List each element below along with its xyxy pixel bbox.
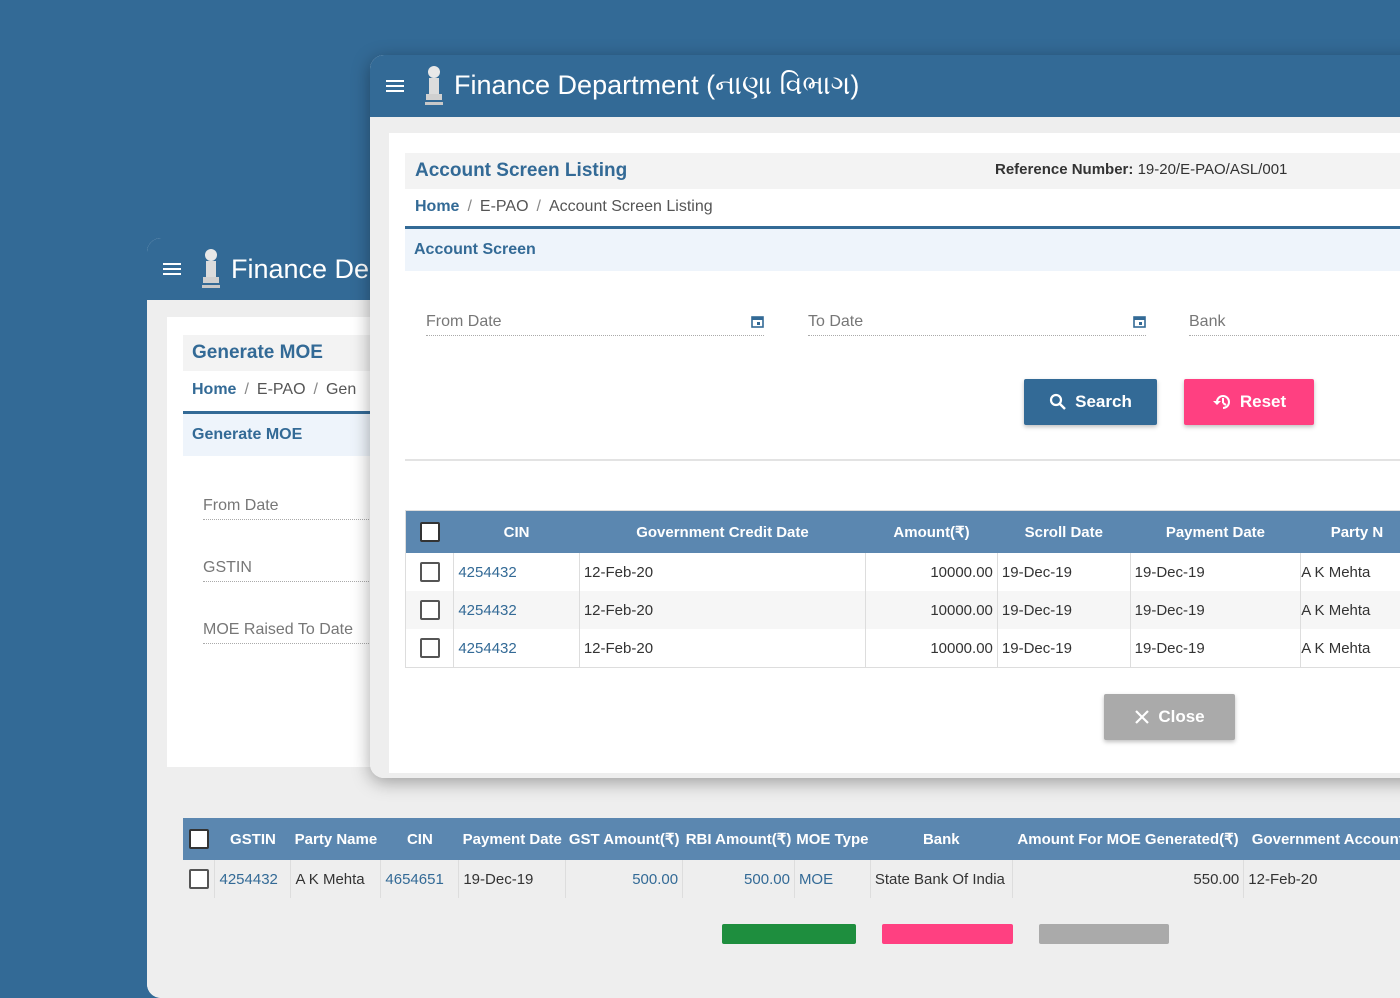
- cell-party-name: A K Mehta: [1301, 629, 1400, 668]
- cell-payment-date: 19-Dec-19: [459, 860, 566, 898]
- search-icon: [1049, 393, 1067, 411]
- cell-gstin[interactable]: 4254432: [215, 860, 291, 898]
- generate-button[interactable]: [722, 924, 856, 944]
- col-party-name: Party Name: [291, 818, 381, 860]
- col-scroll-date: Scroll Date: [997, 511, 1130, 554]
- table-row: 4254432 12-Feb-20 10000.00 19-Dec-19 19-…: [406, 591, 1400, 629]
- col-payment-date: Payment Date: [459, 818, 566, 860]
- col-amount: Amount(₹): [866, 511, 998, 554]
- front-window: Finance Department (નાણા વિભાગ) Account …: [370, 55, 1400, 778]
- front-window-body: Account Screen Listing Reference Number:…: [370, 117, 1400, 778]
- table-row: 4254432 12-Feb-20 10000.00 19-Dec-19 19-…: [406, 553, 1400, 591]
- cell-cin[interactable]: 4654651: [381, 860, 459, 898]
- select-all-checkbox[interactable]: [406, 511, 454, 554]
- col-gst-amount: GST Amount(₹): [566, 818, 683, 860]
- reset-button-back[interactable]: [882, 924, 1013, 944]
- search-button[interactable]: Search: [1024, 379, 1157, 425]
- breadcrumb-current: Account Screen Listing: [549, 198, 713, 215]
- cell-party-name: A K Mehta: [291, 860, 381, 898]
- cell-govt-credit-date: 12-Feb-20: [579, 629, 865, 668]
- reset-button[interactable]: Reset: [1184, 379, 1314, 425]
- cell-amount: 10000.00: [866, 629, 998, 668]
- app-title: Finance Department (નાણા વિભાગ): [454, 70, 859, 102]
- cell-cin[interactable]: 4254432: [454, 591, 580, 629]
- cell-bank: State Bank Of India: [870, 860, 1012, 898]
- cell-payment-date: 19-Dec-19: [1130, 591, 1301, 629]
- account-screen-card: Account Screen Listing Reference Number:…: [389, 133, 1400, 773]
- front-window-header: Finance Department (નાણા વિભાગ): [370, 55, 1400, 117]
- breadcrumb-module[interactable]: E-PAO: [257, 381, 306, 398]
- cell-govt-credit-date: 12-Feb-20: [579, 553, 865, 591]
- col-bank: Bank: [870, 818, 1012, 860]
- close-button-back[interactable]: [1039, 924, 1169, 944]
- cell-amount: 10000.00: [866, 591, 998, 629]
- breadcrumb-home[interactable]: Home: [192, 381, 236, 398]
- section-header: Account Screen: [405, 226, 1400, 271]
- table-row: 4254432 A K Mehta 4654651 19-Dec-19 500.…: [183, 860, 1400, 898]
- emblem-icon: [199, 247, 223, 291]
- cell-cin[interactable]: 4254432: [454, 553, 580, 591]
- app-title: Finance De: [231, 254, 369, 285]
- row-checkbox[interactable]: [406, 553, 454, 591]
- cell-moe-type: MOE: [794, 860, 870, 898]
- col-cin: CIN: [454, 511, 580, 554]
- col-rbi-amount: RBI Amount(₹): [683, 818, 795, 860]
- cell-amount: 10000.00: [866, 553, 998, 591]
- cell-party-name: A K Mehta: [1301, 591, 1400, 629]
- breadcrumb: Home/E-PAO/Gen: [192, 381, 356, 399]
- col-amount-moe: Amount For MOE Generated(₹): [1012, 818, 1243, 860]
- cell-payment-date: 19-Dec-19: [1130, 553, 1301, 591]
- cell-scroll-date: 19-Dec-19: [997, 629, 1130, 668]
- cell-payment-date: 19-Dec-19: [1130, 629, 1301, 668]
- close-icon: [1134, 709, 1150, 725]
- cell-cin[interactable]: 4254432: [454, 629, 580, 668]
- emblem-icon: [422, 64, 446, 108]
- select-all-checkbox[interactable]: [183, 818, 215, 860]
- cell-gst-amount: 500.00: [566, 860, 683, 898]
- col-govt-credit-date: Government Credit Date: [579, 511, 865, 554]
- cell-govt-account: 12-Feb-20: [1244, 860, 1400, 898]
- col-govt-account: Government Account: [1244, 818, 1400, 860]
- breadcrumb-module[interactable]: E-PAO: [480, 198, 529, 215]
- close-button[interactable]: Close: [1104, 694, 1235, 740]
- row-checkbox[interactable]: [406, 629, 454, 668]
- checkbox-icon: [189, 829, 209, 849]
- breadcrumb: Home/E-PAO/Account Screen Listing: [415, 198, 713, 216]
- cell-amount-moe: 550.00: [1012, 860, 1243, 898]
- menu-icon[interactable]: [386, 80, 404, 93]
- calendar-icon[interactable]: [1133, 315, 1146, 328]
- cell-party-name: A K Mehta: [1301, 553, 1400, 591]
- row-checkbox[interactable]: [406, 591, 454, 629]
- from-date-field[interactable]: From Date: [426, 313, 764, 336]
- cell-govt-credit-date: 12-Feb-20: [579, 591, 865, 629]
- checkbox-icon: [420, 522, 440, 542]
- col-cin: CIN: [381, 818, 459, 860]
- col-moe-type: MOE Type: [794, 818, 870, 860]
- row-checkbox[interactable]: [183, 860, 215, 898]
- breadcrumb-current: Gen: [326, 381, 356, 398]
- account-table: CIN Government Credit Date Amount(₹) Scr…: [405, 510, 1400, 668]
- breadcrumb-home[interactable]: Home: [415, 198, 459, 215]
- calendar-icon[interactable]: [751, 315, 764, 328]
- bank-field[interactable]: Bank: [1189, 313, 1400, 336]
- col-party-name: Party N: [1301, 511, 1400, 554]
- cell-rbi-amount: 500.00: [683, 860, 795, 898]
- menu-icon[interactable]: [163, 263, 181, 276]
- table-row: 4254432 12-Feb-20 10000.00 19-Dec-19 19-…: [406, 629, 1400, 668]
- col-payment-date: Payment Date: [1130, 511, 1301, 554]
- cell-scroll-date: 19-Dec-19: [997, 553, 1130, 591]
- to-date-field[interactable]: To Date: [808, 313, 1146, 336]
- moe-table: GSTIN Party Name CIN Payment Date GST Am…: [183, 818, 1400, 898]
- cell-scroll-date: 19-Dec-19: [997, 591, 1130, 629]
- col-gstin: GSTIN: [215, 818, 291, 860]
- history-icon: [1212, 393, 1232, 411]
- reference-number: Reference Number: 19-20/E-PAO/ASL/001: [995, 161, 1287, 178]
